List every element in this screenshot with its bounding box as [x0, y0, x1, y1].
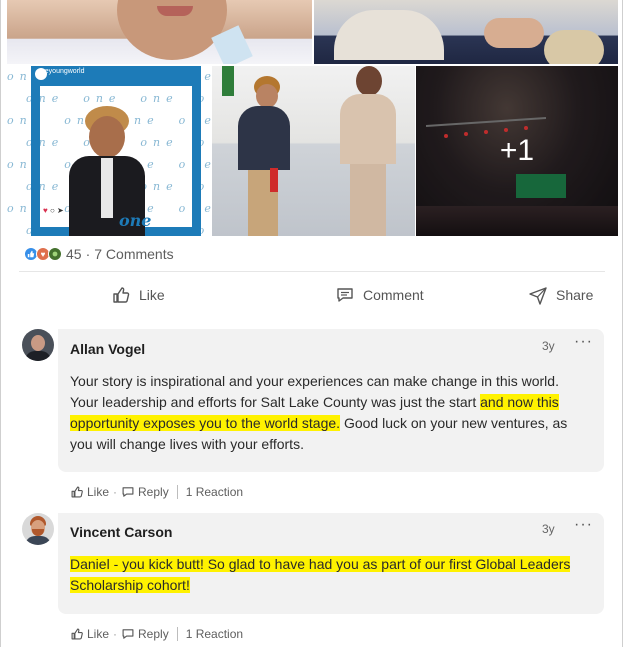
person-right: [332, 66, 402, 236]
like-label: Like: [139, 287, 165, 303]
smile: [157, 6, 193, 16]
comment-text: Daniel - you kick butt! So glad to have …: [70, 554, 580, 596]
comment-time: 3y: [542, 339, 555, 353]
person-left: [234, 76, 294, 236]
send-icon: [529, 287, 547, 305]
photo-stage[interactable]: +1: [416, 66, 618, 236]
avatar-beard: [32, 529, 44, 536]
comment-bubble: Allan Vogel 3y ··· Your story is inspira…: [58, 329, 604, 472]
comment-reply-button[interactable]: Reply: [138, 627, 169, 641]
shoulder: [334, 10, 444, 60]
photo-top-left[interactable]: [7, 0, 312, 64]
thumbs-up-icon: [113, 287, 130, 303]
avatar-face: [31, 335, 45, 351]
comment-reaction-count[interactable]: 1 Reaction: [186, 485, 243, 499]
heart-icon: ♥ ○ ➤: [43, 206, 64, 215]
comment-bubble: Vincent Carson 3y ··· Daniel - you kick …: [58, 513, 604, 614]
comment-reply-button[interactable]: Reply: [138, 485, 169, 499]
post-card: one one one one one one one one one one …: [0, 0, 623, 647]
jacket: [238, 106, 290, 170]
divider: [19, 271, 605, 272]
banner: [222, 66, 234, 96]
divider: [176, 485, 178, 499]
comment-like-button[interactable]: Like: [87, 485, 109, 499]
like-button[interactable]: Like: [111, 282, 165, 308]
comment-like-button[interactable]: Like: [87, 627, 109, 641]
more-options-icon[interactable]: ···: [574, 516, 593, 534]
bottle: [270, 168, 278, 192]
reply-icon: [122, 629, 134, 639]
suit: [340, 94, 396, 164]
more-options-icon[interactable]: ···: [574, 333, 593, 351]
hair: [544, 30, 604, 64]
separator-dot: ·: [113, 485, 118, 499]
avatar-suit: [25, 351, 51, 361]
avatar-shirt: [25, 536, 51, 545]
highlighted-text: Daniel - you kick butt! So glad to have …: [70, 556, 571, 593]
reaction-count[interactable]: 45: [66, 246, 82, 262]
separator-dot: ·: [113, 627, 118, 641]
frame-header-text: oneyoungworld: [37, 68, 85, 75]
comment-author[interactable]: Allan Vogel: [70, 341, 145, 357]
comment-label: Comment: [363, 287, 424, 303]
more-photos-overlay[interactable]: +1: [416, 66, 618, 236]
lanyard: [101, 158, 113, 218]
hand: [484, 18, 544, 48]
comment-author[interactable]: Vincent Carson: [70, 524, 172, 540]
separator-dot: ·: [85, 246, 91, 262]
thumbs-up-icon: [71, 628, 83, 640]
photo-hall-conversation[interactable]: [212, 66, 415, 236]
comment-actions: Like · Reply 1 Reaction: [70, 625, 243, 643]
photo-one-frame[interactable]: one one one one one one one one one one …: [7, 66, 211, 236]
share-label: Share: [556, 287, 594, 303]
frame-logo: one: [119, 211, 152, 230]
comment-icon: [337, 288, 353, 302]
thumbs-up-icon: [71, 486, 83, 498]
comment-time: 3y: [542, 522, 555, 536]
face: [256, 84, 278, 108]
comments-count[interactable]: 7 Comments: [94, 246, 173, 262]
face: [89, 116, 125, 158]
divider: [176, 627, 178, 641]
comment-reaction-count[interactable]: 1 Reaction: [186, 627, 243, 641]
suit-pants: [350, 164, 386, 236]
comment-actions: Like · Reply 1 Reaction: [70, 483, 243, 501]
photo-top-right[interactable]: [314, 0, 618, 64]
comment-text: Your story is inspirational and your exp…: [70, 371, 590, 455]
reply-icon: [122, 487, 134, 497]
share-button[interactable]: Share: [528, 282, 593, 308]
avatar-vincent-carson[interactable]: [22, 513, 54, 545]
reactions-summary[interactable]: ♥ 45 · 7 Comments: [24, 245, 174, 263]
comment-button[interactable]: Comment: [335, 282, 424, 308]
avatar-allan-vogel[interactable]: [22, 329, 54, 361]
face: [356, 66, 382, 96]
support-icon: [48, 247, 62, 261]
